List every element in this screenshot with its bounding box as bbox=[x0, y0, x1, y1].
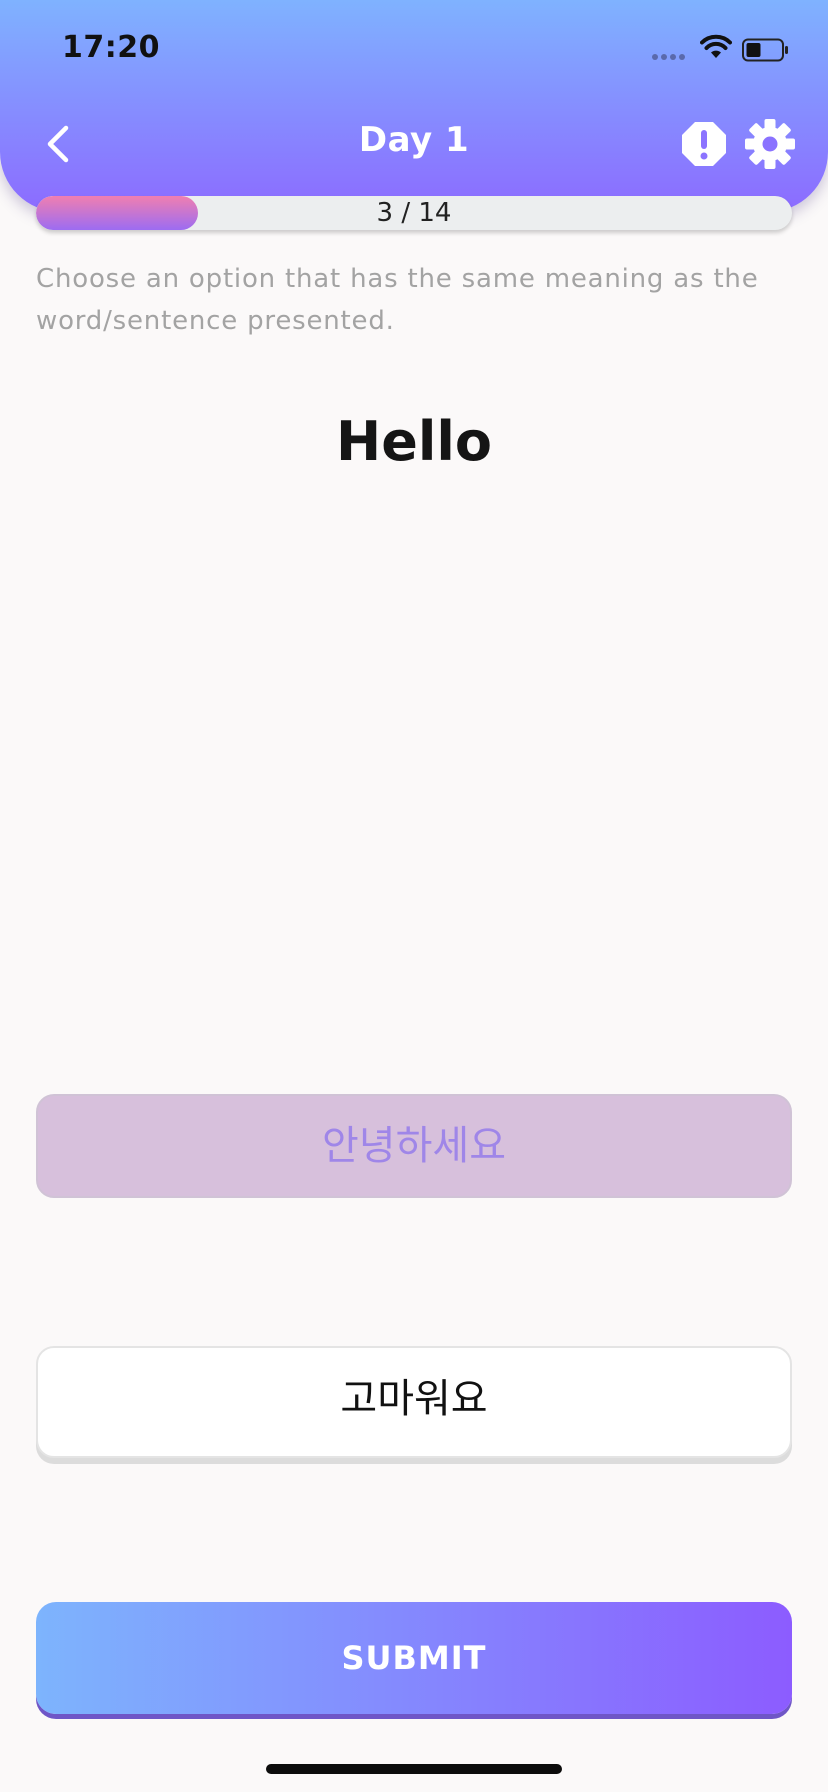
instruction-line-2: word/sentence presented. bbox=[36, 306, 395, 336]
gear-icon bbox=[745, 119, 795, 169]
settings-button[interactable] bbox=[744, 118, 796, 170]
status-time: 17:20 bbox=[62, 30, 160, 65]
page-title: Day 1 bbox=[358, 120, 470, 160]
report-button[interactable] bbox=[680, 120, 728, 168]
header-bar: 17:20 Day 1 bbox=[0, 0, 828, 212]
instruction-text: Choose an option that has the same meani… bbox=[36, 258, 828, 342]
submit-button[interactable]: SUBMIT bbox=[36, 1602, 792, 1714]
answer-option-label: 안녕하세요 bbox=[322, 1123, 506, 1169]
wifi-icon bbox=[700, 34, 732, 58]
progress-bar: 3 / 14 bbox=[36, 196, 792, 230]
answer-option-label: 고마워요 bbox=[340, 1376, 488, 1422]
answer-option-1[interactable]: 안녕하세요 bbox=[36, 1094, 792, 1198]
back-button[interactable] bbox=[40, 120, 80, 168]
progress-label: 3 / 14 bbox=[376, 198, 452, 228]
cellular-signal-icon bbox=[652, 54, 690, 62]
instruction-line-1: Choose an option that has the same meani… bbox=[36, 264, 759, 294]
answer-option-2[interactable]: 고마워요 bbox=[36, 1346, 792, 1458]
prompt-word: Hello bbox=[336, 410, 492, 473]
battery-icon bbox=[742, 38, 788, 62]
home-indicator[interactable] bbox=[266, 1764, 562, 1774]
